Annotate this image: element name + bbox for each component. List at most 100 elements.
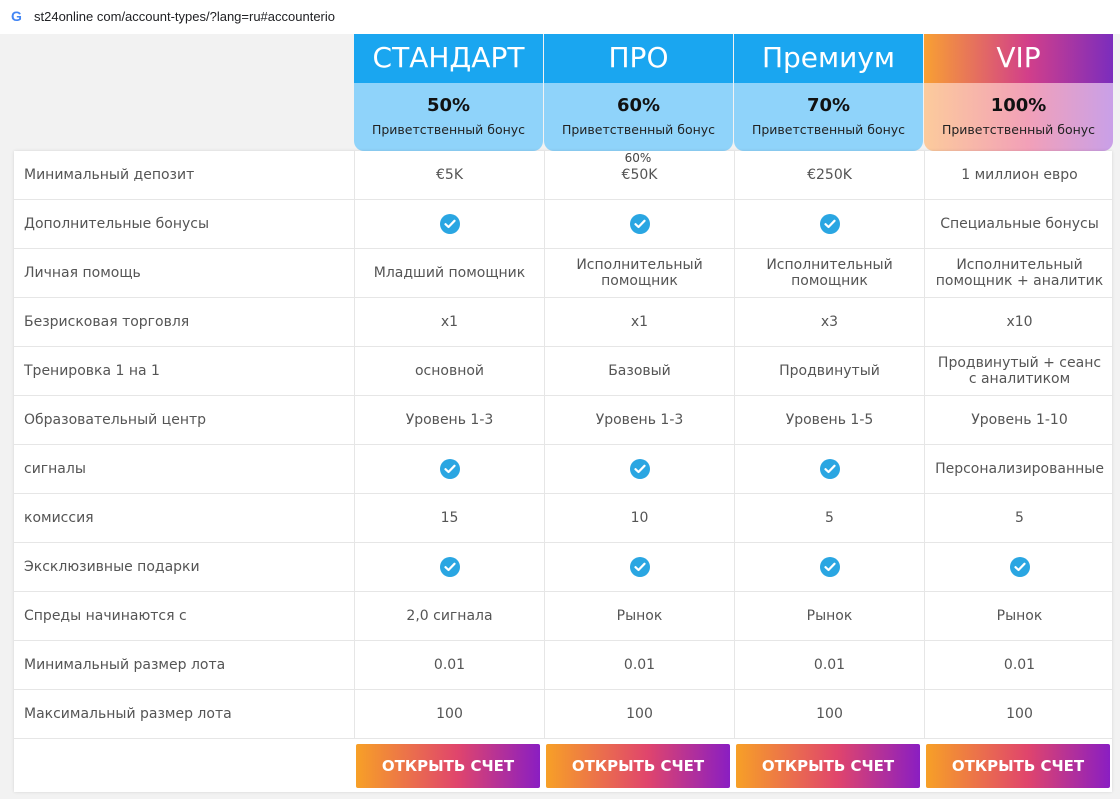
table-cell xyxy=(354,445,544,493)
table-cell: x10 xyxy=(924,298,1114,346)
table-cell: 5 xyxy=(924,494,1114,542)
table-row: Дополнительные бонусы Специальные бонусы xyxy=(14,200,1112,249)
check-icon xyxy=(1009,557,1030,577)
table-cell: x1 xyxy=(354,298,544,346)
table-cell: Продвинутый + сеанс с аналитиком xyxy=(924,347,1114,395)
table-cell: 15 xyxy=(354,494,544,542)
plan-card-1: СТАНДАРТ 50% Приветственный бонус xyxy=(354,34,543,151)
table-cell: 5 xyxy=(734,494,924,542)
row-label: Безрисковая торговля xyxy=(24,314,190,330)
table-cell: Уровень 1-5 xyxy=(734,396,924,444)
google-icon: G xyxy=(11,8,22,24)
table-cell: Рынок xyxy=(924,592,1114,640)
table-cell: 2,0 сигнала xyxy=(354,592,544,640)
table-cell: Исполнительный помощник + аналитик xyxy=(924,249,1114,297)
table-cell xyxy=(544,445,734,493)
plan-card-3: Премиум 70% Приветственный бонус xyxy=(734,34,923,151)
plan-name: Премиум xyxy=(734,34,923,83)
table-cell: €5K xyxy=(354,151,544,199)
open-account-button[interactable]: ОТКРЫТЬ СЧЕТ xyxy=(546,744,730,788)
plan-card-2: ПРО 60% Приветственный бонус xyxy=(544,34,733,151)
table-row: Максимальный размер лота 100 100 100 100 xyxy=(14,690,1112,739)
row-label: Дополнительные бонусы xyxy=(24,216,210,232)
table-cell: x1 xyxy=(544,298,734,346)
row-label: Минимальный депозит xyxy=(24,167,195,183)
row-label: Спреды начинаются с xyxy=(24,608,187,624)
plan-bonus: 100% Приветственный бонус xyxy=(924,83,1113,151)
bonus-label: Приветственный бонус xyxy=(561,122,716,137)
table-cell: 100 xyxy=(544,690,734,738)
table-row: Минимальный депозит €5K €50K €250K 1 миллион… xyxy=(14,151,1112,200)
check-icon xyxy=(819,214,840,234)
url-text[interactable]: st24online com/account-types/?lang=ru#ac… xyxy=(34,9,335,24)
check-icon xyxy=(819,557,840,577)
plan-bonus: 50% Приветственный бонус xyxy=(354,83,543,151)
table-cell xyxy=(354,200,544,248)
table-cell: Младший помощник xyxy=(354,249,544,297)
table-cell: Уровень 1-10 xyxy=(924,396,1114,444)
table-cell: 0.01 xyxy=(544,641,734,689)
plan-bonus: 60% Приветственный бонус xyxy=(544,83,733,151)
comparison-table: Минимальный депозит €5K €50K €250K 1 миллион… xyxy=(14,151,1112,792)
row-label: Тренировка 1 на 1 xyxy=(24,363,160,379)
table-cell: Рынок xyxy=(734,592,924,640)
table-cell: Уровень 1-3 xyxy=(544,396,734,444)
bonus-percent: 70% xyxy=(806,95,851,116)
check-icon xyxy=(819,459,840,479)
table-cell: 10 xyxy=(544,494,734,542)
row-label: Минимальный размер лота xyxy=(24,657,226,673)
table-cell: Персонализированные xyxy=(924,445,1114,493)
row-label: Эксклюзивные подарки xyxy=(24,559,200,575)
table-row: Личная помощь Младший помощник Исполнитель… xyxy=(14,249,1112,298)
check-icon xyxy=(629,557,650,577)
open-account-button[interactable]: ОТКРЫТЬ СЧЕТ xyxy=(926,744,1110,788)
open-account-button[interactable]: ОТКРЫТЬ СЧЕТ xyxy=(356,744,540,788)
table-cell: Рынок xyxy=(544,592,734,640)
table-row: Эксклюзивные подарки xyxy=(14,543,1112,592)
table-cell: 0.01 xyxy=(354,641,544,689)
pro-bonus-note: 60% xyxy=(624,151,652,165)
table-row: комиссия 15 10 5 5 xyxy=(14,494,1112,543)
bonus-percent: 100% xyxy=(990,95,1047,116)
table-cell: Исполнительный помощник xyxy=(544,249,734,297)
plan-name: VIP xyxy=(924,34,1113,83)
bonus-label: Приветственный бонус xyxy=(751,122,906,137)
plan-card-4: VIP 100% Приветственный бонус xyxy=(924,34,1113,151)
table-cell: 0.01 xyxy=(734,641,924,689)
table-row: сигналы Персонализированные xyxy=(14,445,1112,494)
table-cell: 0.01 xyxy=(924,641,1114,689)
open-account-button[interactable]: ОТКРЫТЬ СЧЕТ xyxy=(736,744,920,788)
row-label: Максимальный размер лота xyxy=(24,706,232,722)
table-cell xyxy=(734,445,924,493)
table-cell: Специальные бонусы xyxy=(924,200,1114,248)
table-row: Спреды начинаются с 2,0 сигнала Рынок Рынок… xyxy=(14,592,1112,641)
bonus-label: Приветственный бонус xyxy=(371,122,526,137)
check-icon xyxy=(629,459,650,479)
address-bar[interactable]: G st24online com/account-types/?lang=ru#… xyxy=(0,0,1120,34)
table-cell: 100 xyxy=(354,690,544,738)
table-cell: Продвинутый xyxy=(734,347,924,395)
check-icon xyxy=(629,214,650,234)
table-cell xyxy=(924,543,1114,591)
check-icon xyxy=(439,557,460,577)
table-row: Минимальный размер лота 0.01 0.01 0.01 0.01 xyxy=(14,641,1112,690)
table-cell xyxy=(354,543,544,591)
table-cell: основной xyxy=(354,347,544,395)
table-row: Образовательный центр Уровень 1-3 Уровень … xyxy=(14,396,1112,445)
check-icon xyxy=(439,214,460,234)
plan-name: ПРО xyxy=(544,34,733,83)
bonus-percent: 60% xyxy=(616,95,661,116)
check-icon xyxy=(439,459,460,479)
bonus-label: Приветственный бонус xyxy=(941,122,1096,137)
table-cell: 100 xyxy=(924,690,1114,738)
table-row: Тренировка 1 на 1 основной Базовый Продвину… xyxy=(14,347,1112,396)
table-cell: 1 миллион евро xyxy=(924,151,1114,199)
row-label: Образовательный центр xyxy=(24,412,207,428)
row-label: Личная помощь xyxy=(24,265,141,281)
table-cell: x3 xyxy=(734,298,924,346)
table-cell xyxy=(734,543,924,591)
table-cell: 100 xyxy=(734,690,924,738)
table-cell: Исполнительный помощник xyxy=(734,249,924,297)
plan-bonus: 70% Приветственный бонус xyxy=(734,83,923,151)
plan-name: СТАНДАРТ xyxy=(354,34,543,83)
